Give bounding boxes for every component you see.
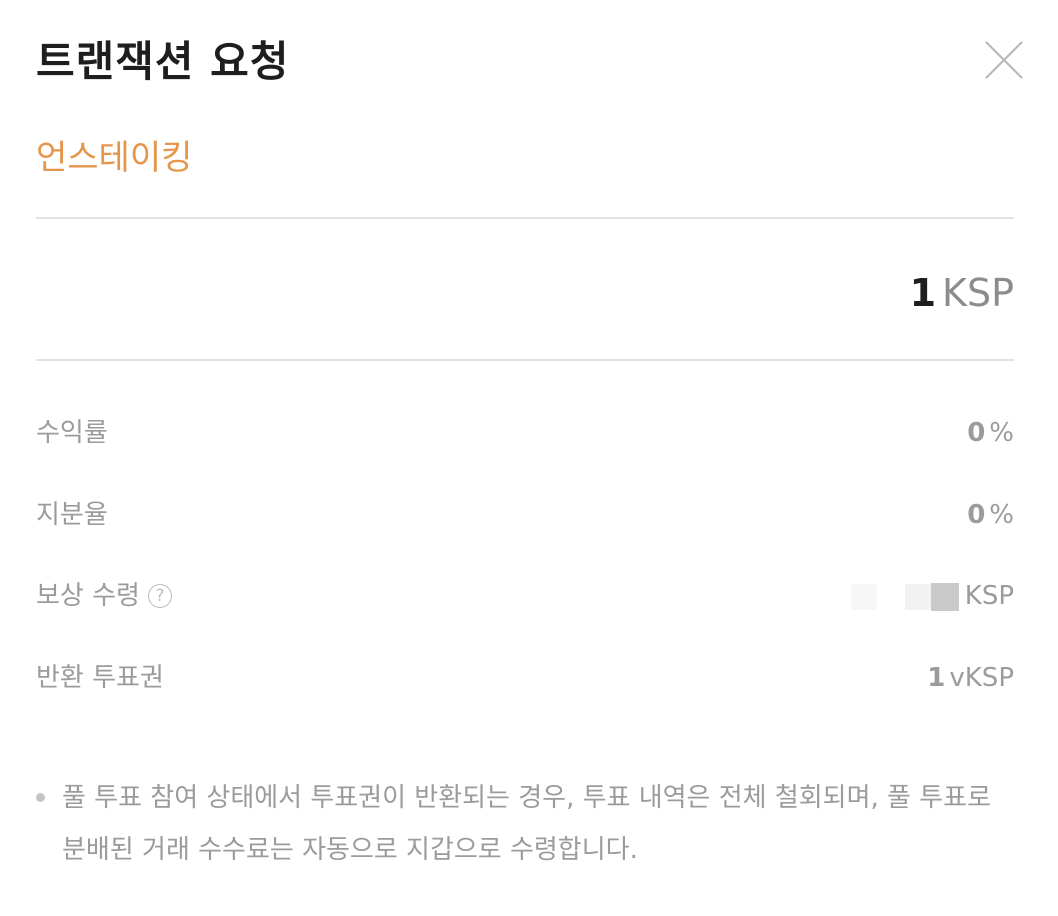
close-button[interactable]	[980, 36, 1028, 84]
row-share: 지분율 0%	[36, 493, 1014, 537]
modal-title: 트랜잭션 요청	[36, 37, 290, 86]
row-value: 1 vKSP	[927, 656, 1014, 700]
row-label: 보상 수령 ?	[36, 574, 172, 618]
amount-display: 1 KSP	[910, 266, 1014, 320]
redacted-value	[850, 583, 877, 610]
share-value: 0	[967, 500, 986, 530]
notice: 풀 투표 참여 상태에서 투표권이 반환되는 경우, 투표 내역은 전체 철회되…	[36, 772, 1014, 876]
row-returned-votes: 반환 투표권 1 vKSP	[36, 656, 1014, 700]
reward-unit: KSP	[964, 581, 1014, 611]
returned-votes-value: 1	[927, 663, 946, 693]
transaction-request-modal: 트랜잭션 요청 언스테이킹 1 KSP 수익률 0% 지분율 0% 보상 수령 ?…	[0, 0, 1058, 916]
question-circle-icon[interactable]: ?	[147, 584, 172, 608]
bullet-icon	[36, 793, 45, 802]
yield-value: 0	[967, 418, 986, 448]
reward-label: 보상 수령	[36, 581, 140, 611]
row-reward: 보상 수령 ? KSP	[36, 574, 1014, 618]
share-unit: %	[989, 500, 1014, 530]
redacted-value	[904, 583, 931, 610]
row-label: 지분율	[36, 500, 108, 530]
returned-votes-unit: vKSP	[949, 663, 1014, 693]
row-value: 0%	[967, 493, 1014, 537]
amount-unit: KSP	[942, 271, 1014, 315]
transaction-type: 언스테이킹	[36, 138, 193, 178]
yield-unit: %	[989, 418, 1014, 448]
divider	[36, 217, 1014, 219]
close-icon	[985, 41, 1023, 79]
row-yield: 수익률 0%	[36, 411, 1014, 455]
row-label: 반환 투표권	[36, 663, 164, 693]
divider	[36, 359, 1014, 361]
row-value: KSP	[850, 574, 1014, 618]
redacted-value	[930, 582, 959, 611]
row-value: 0%	[967, 411, 1014, 455]
notice-text: 풀 투표 참여 상태에서 투표권이 반환되는 경우, 투표 내역은 전체 철회되…	[62, 783, 991, 865]
row-label: 수익률	[36, 418, 108, 448]
amount-value: 1	[909, 271, 937, 315]
